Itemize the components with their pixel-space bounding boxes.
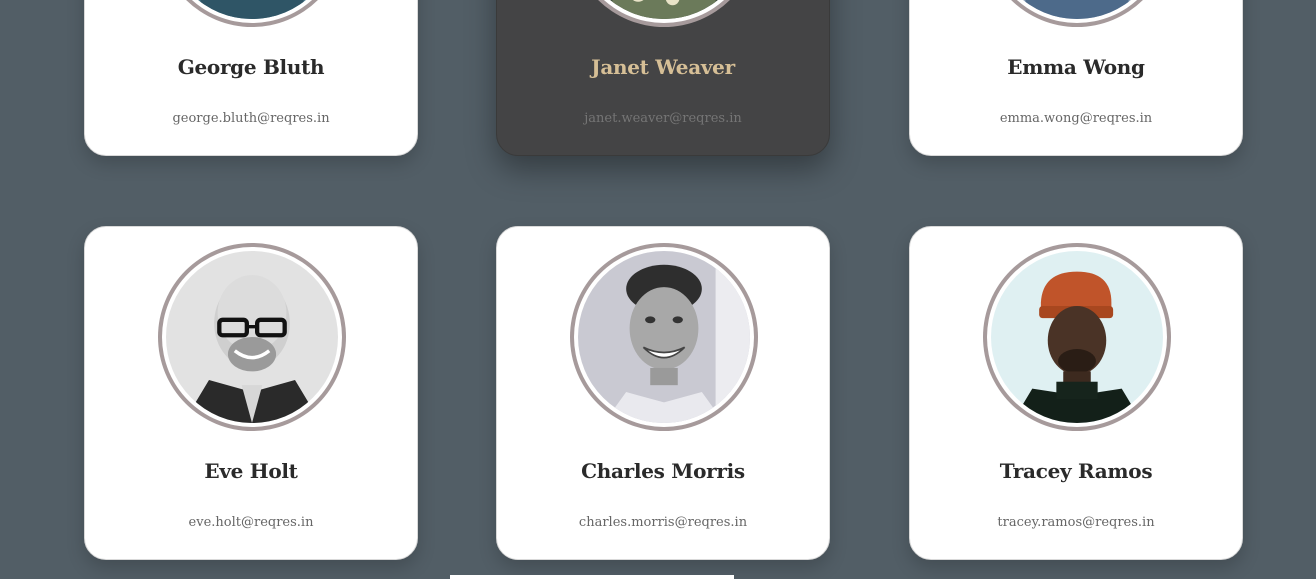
avatar — [578, 251, 750, 423]
avatar-photo-icon — [991, 251, 1163, 423]
avatar-ring — [983, 243, 1171, 431]
avatar — [991, 0, 1163, 19]
user-card-emma[interactable]: Emma Wong emma.wong@reqres.in — [909, 0, 1243, 156]
avatar-photo-icon — [166, 251, 338, 423]
user-card-george[interactable]: George Bluth george.bluth@reqres.in — [84, 0, 418, 156]
user-name: Janet Weaver — [591, 55, 735, 79]
user-name: Emma Wong — [1007, 55, 1145, 79]
user-grid-page: George Bluth george.bluth@reqres.in Jane… — [0, 0, 1316, 579]
avatar-photo-icon — [166, 0, 338, 19]
avatar-photo-icon — [578, 251, 750, 423]
user-email: janet.weaver@reqres.in — [584, 111, 742, 126]
user-email: tracey.ramos@reqres.in — [997, 515, 1155, 530]
avatar-photo-icon — [991, 0, 1163, 19]
user-name: George Bluth — [177, 55, 325, 79]
avatar — [166, 251, 338, 423]
avatar — [166, 0, 338, 19]
avatar-photo-icon — [578, 0, 750, 19]
avatar — [991, 251, 1163, 423]
user-card-eve[interactable]: Eve Holt eve.holt@reqres.in — [84, 226, 418, 560]
user-card-charles[interactable]: Charles Morris charles.morris@reqres.in — [496, 226, 830, 560]
user-card-tracey[interactable]: Tracey Ramos tracey.ramos@reqres.in — [909, 226, 1243, 560]
avatar-ring — [158, 0, 346, 27]
user-email: eve.holt@reqres.in — [188, 515, 314, 530]
user-email: emma.wong@reqres.in — [999, 111, 1153, 126]
user-email: charles.morris@reqres.in — [578, 515, 748, 530]
user-name: Charles Morris — [581, 459, 745, 483]
next-row-card-edge — [450, 575, 734, 579]
avatar — [578, 0, 750, 19]
user-name: Tracey Ramos — [999, 459, 1153, 483]
user-email: george.bluth@reqres.in — [172, 111, 330, 126]
user-name: Eve Holt — [204, 459, 298, 483]
avatar-ring — [570, 243, 758, 431]
avatar-ring — [570, 0, 758, 27]
avatar-ring — [158, 243, 346, 431]
avatar-ring — [983, 0, 1171, 27]
user-card-janet[interactable]: Janet Weaver janet.weaver@reqres.in — [496, 0, 830, 156]
